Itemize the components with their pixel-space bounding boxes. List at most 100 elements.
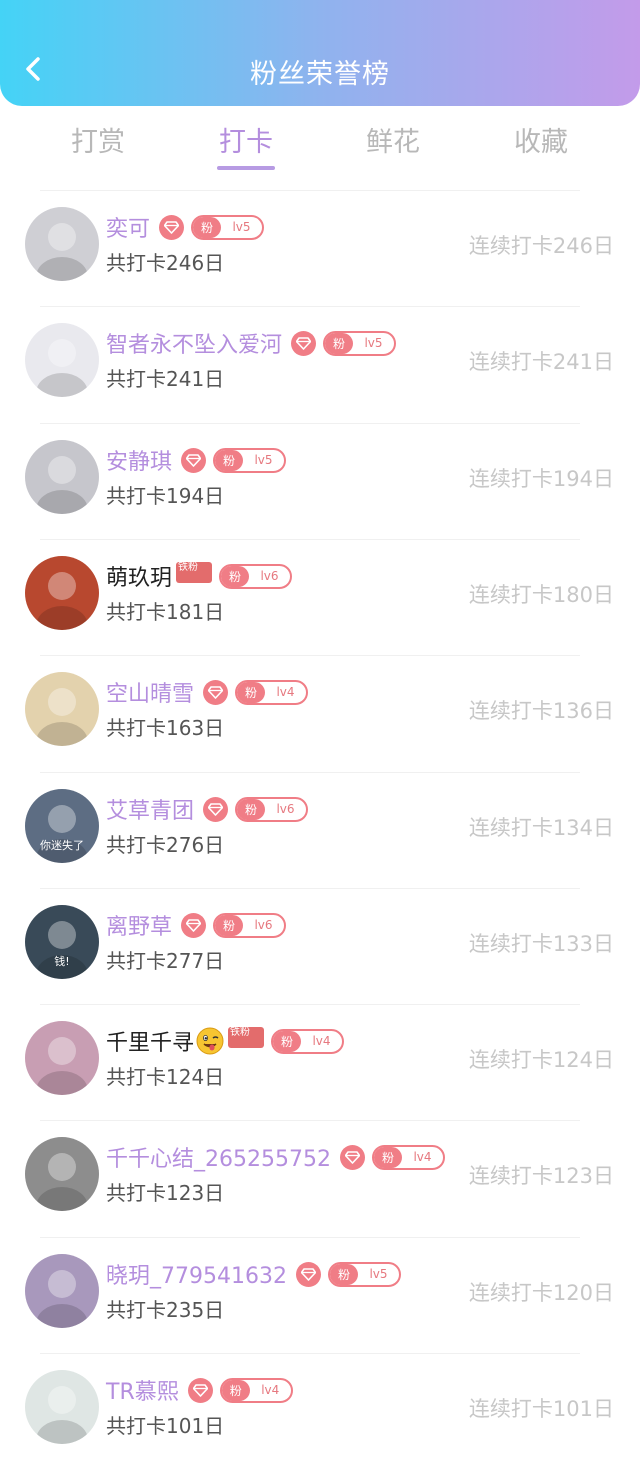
- name-line: TR慕熙 粉 lv4: [106, 1374, 293, 1406]
- fan-nickname[interactable]: 奕可: [106, 211, 150, 243]
- list-item[interactable]: 千千心结_265255752 粉 lv4 共打卡123日 连续打卡123日: [0, 1122, 640, 1238]
- fan-badge-level: lv5: [369, 1267, 388, 1281]
- streak-checkin-days: 连续打卡136日: [468, 699, 614, 723]
- fan-badge-level: lv4: [276, 685, 295, 699]
- vip-diamond-badge: [181, 447, 207, 473]
- list-item[interactable]: 安静琪 粉 lv5 共打卡194日 连续打卡194日: [0, 425, 640, 541]
- fan-level-badge: 粉 lv6: [235, 796, 309, 822]
- fan-nickname[interactable]: 安静琪: [106, 444, 172, 476]
- row-divider: [40, 655, 580, 656]
- name-line: 艾草青团 粉 lv6: [106, 793, 309, 825]
- avatar-caption: 你迷失了: [40, 839, 84, 852]
- fan-level-badge: 粉 lv5: [327, 1261, 401, 1287]
- iron-fan-badge: 铁粉: [228, 1026, 265, 1048]
- fan-nickname[interactable]: 晓玥_779541632: [106, 1258, 287, 1290]
- tab-reward[interactable]: 打赏: [38, 120, 158, 176]
- tab-label: 打卡: [219, 127, 273, 158]
- vip-diamond-badge: [181, 912, 207, 938]
- fan-nickname[interactable]: TR慕熙: [106, 1374, 179, 1406]
- fan-nickname[interactable]: 千千心结_265255752: [106, 1141, 331, 1173]
- total-checkin-days: 共打卡124日: [106, 1065, 225, 1089]
- avatar[interactable]: [25, 207, 99, 281]
- list-item[interactable]: 萌玖玥 铁粉粉 lv6 共打卡181日 连续打卡180日: [0, 541, 640, 657]
- diamond-icon: [208, 802, 224, 816]
- row-divider: [40, 539, 580, 540]
- total-checkin-days: 共打卡241日: [106, 367, 225, 391]
- diamond-icon: [296, 336, 312, 350]
- row-divider: [40, 190, 580, 191]
- streak-checkin-days: 连续打卡133日: [468, 932, 614, 956]
- fan-level-badge: 粉 lv6: [219, 563, 293, 589]
- emoji-icon: [196, 1027, 224, 1055]
- fan-badge-level: lv6: [254, 918, 273, 932]
- diamond-icon: [300, 1267, 316, 1281]
- avatar[interactable]: 你迷失了: [25, 789, 99, 863]
- fan-nickname[interactable]: 萌玖玥: [106, 560, 172, 592]
- fan-nickname[interactable]: 千里千寻: [106, 1025, 194, 1057]
- avatar[interactable]: [25, 1137, 99, 1211]
- tab-bar: 打赏 打卡 鲜花 收藏: [0, 106, 640, 186]
- avatar[interactable]: [25, 556, 99, 630]
- diamond-icon: [186, 453, 202, 467]
- fan-badge-level: lv5: [364, 336, 383, 350]
- list-item[interactable]: 空山晴雪 粉 lv4 共打卡163日 连续打卡136日: [0, 657, 640, 773]
- list-item[interactable]: 千里千寻 铁粉粉 lv4 共打卡124日 连续打卡124日: [0, 1006, 640, 1122]
- tab-favorites[interactable]: 收藏: [481, 120, 601, 176]
- avatar[interactable]: [25, 1021, 99, 1095]
- diamond-icon: [208, 685, 224, 699]
- total-checkin-days: 共打卡246日: [106, 251, 225, 275]
- fan-badge-label: 粉: [237, 798, 266, 820]
- list-item[interactable]: 奕可 粉 lv5 共打卡246日 连续打卡246日: [0, 192, 640, 308]
- avatar[interactable]: [25, 1254, 99, 1328]
- tab-flowers[interactable]: 鲜花: [333, 120, 453, 176]
- row-divider: [40, 1120, 580, 1121]
- fan-level-badge: 粉 lv4: [271, 1028, 345, 1054]
- streak-checkin-days: 连续打卡124日: [468, 1048, 614, 1072]
- fan-badge-label: 粉: [329, 1263, 358, 1285]
- avatar[interactable]: [25, 1370, 99, 1444]
- list-item[interactable]: TR慕熙 粉 lv4 共打卡101日 连续打卡101日: [0, 1355, 640, 1471]
- total-checkin-days: 共打卡163日: [106, 716, 225, 740]
- fan-nickname[interactable]: 智者永不坠入爱河: [106, 327, 282, 359]
- header-bar: 粉丝荣誉榜: [0, 0, 640, 106]
- fan-badge-label: 粉: [273, 1030, 302, 1052]
- name-line: 晓玥_779541632 粉 lv5: [106, 1258, 401, 1290]
- vip-diamond-badge: [159, 214, 185, 240]
- fan-level-badge: 粉 lv6: [213, 912, 287, 938]
- fan-nickname[interactable]: 艾草青团: [106, 793, 194, 825]
- row-divider: [40, 306, 580, 307]
- diamond-icon: [186, 918, 202, 932]
- avatar[interactable]: [25, 440, 99, 514]
- tab-checkin[interactable]: 打卡: [186, 120, 306, 176]
- tab-label: 打赏: [71, 127, 125, 158]
- vip-diamond-badge: [203, 679, 229, 705]
- row-divider: [40, 423, 580, 424]
- list-item[interactable]: 晓玥_779541632 粉 lv5 共打卡235日 连续打卡120日: [0, 1239, 640, 1355]
- list-item[interactable]: 智者永不坠入爱河 粉 lv5 共打卡241日 连续打卡241日: [0, 308, 640, 424]
- tab-label: 鲜花: [366, 127, 420, 158]
- vip-diamond-badge: [203, 796, 229, 822]
- avatar[interactable]: [25, 672, 99, 746]
- name-line: 千千心结_265255752 粉 lv4: [106, 1141, 445, 1173]
- name-line: 奕可 粉 lv5: [106, 211, 265, 243]
- streak-checkin-days: 连续打卡101日: [468, 1397, 614, 1421]
- streak-checkin-days: 连续打卡134日: [468, 816, 614, 840]
- streak-checkin-days: 连续打卡241日: [468, 350, 614, 374]
- fan-badge-label: 粉: [215, 449, 244, 471]
- list-item[interactable]: 钱! 离野草 粉 lv6 共打卡277日 连续打卡133日: [0, 890, 640, 1006]
- fan-badge-level: lv4: [312, 1034, 331, 1048]
- avatar[interactable]: 钱!: [25, 905, 99, 979]
- iron-fan-badge: 铁粉: [176, 561, 213, 583]
- fan-badge-level: lv5: [254, 453, 273, 467]
- fan-badge-level: lv6: [260, 569, 279, 583]
- total-checkin-days: 共打卡194日: [106, 484, 225, 508]
- total-checkin-days: 共打卡277日: [106, 949, 225, 973]
- total-checkin-days: 共打卡181日: [106, 600, 225, 624]
- fan-nickname[interactable]: 空山晴雪: [106, 676, 194, 708]
- streak-checkin-days: 连续打卡246日: [468, 234, 614, 258]
- list-item[interactable]: 你迷失了 艾草青团 粉 lv6 共打卡276日 连续打卡134日: [0, 774, 640, 890]
- avatar[interactable]: [25, 323, 99, 397]
- fan-nickname[interactable]: 离野草: [106, 909, 172, 941]
- page-title: 粉丝荣誉榜: [250, 59, 390, 90]
- avatar-caption: 钱!: [54, 954, 69, 968]
